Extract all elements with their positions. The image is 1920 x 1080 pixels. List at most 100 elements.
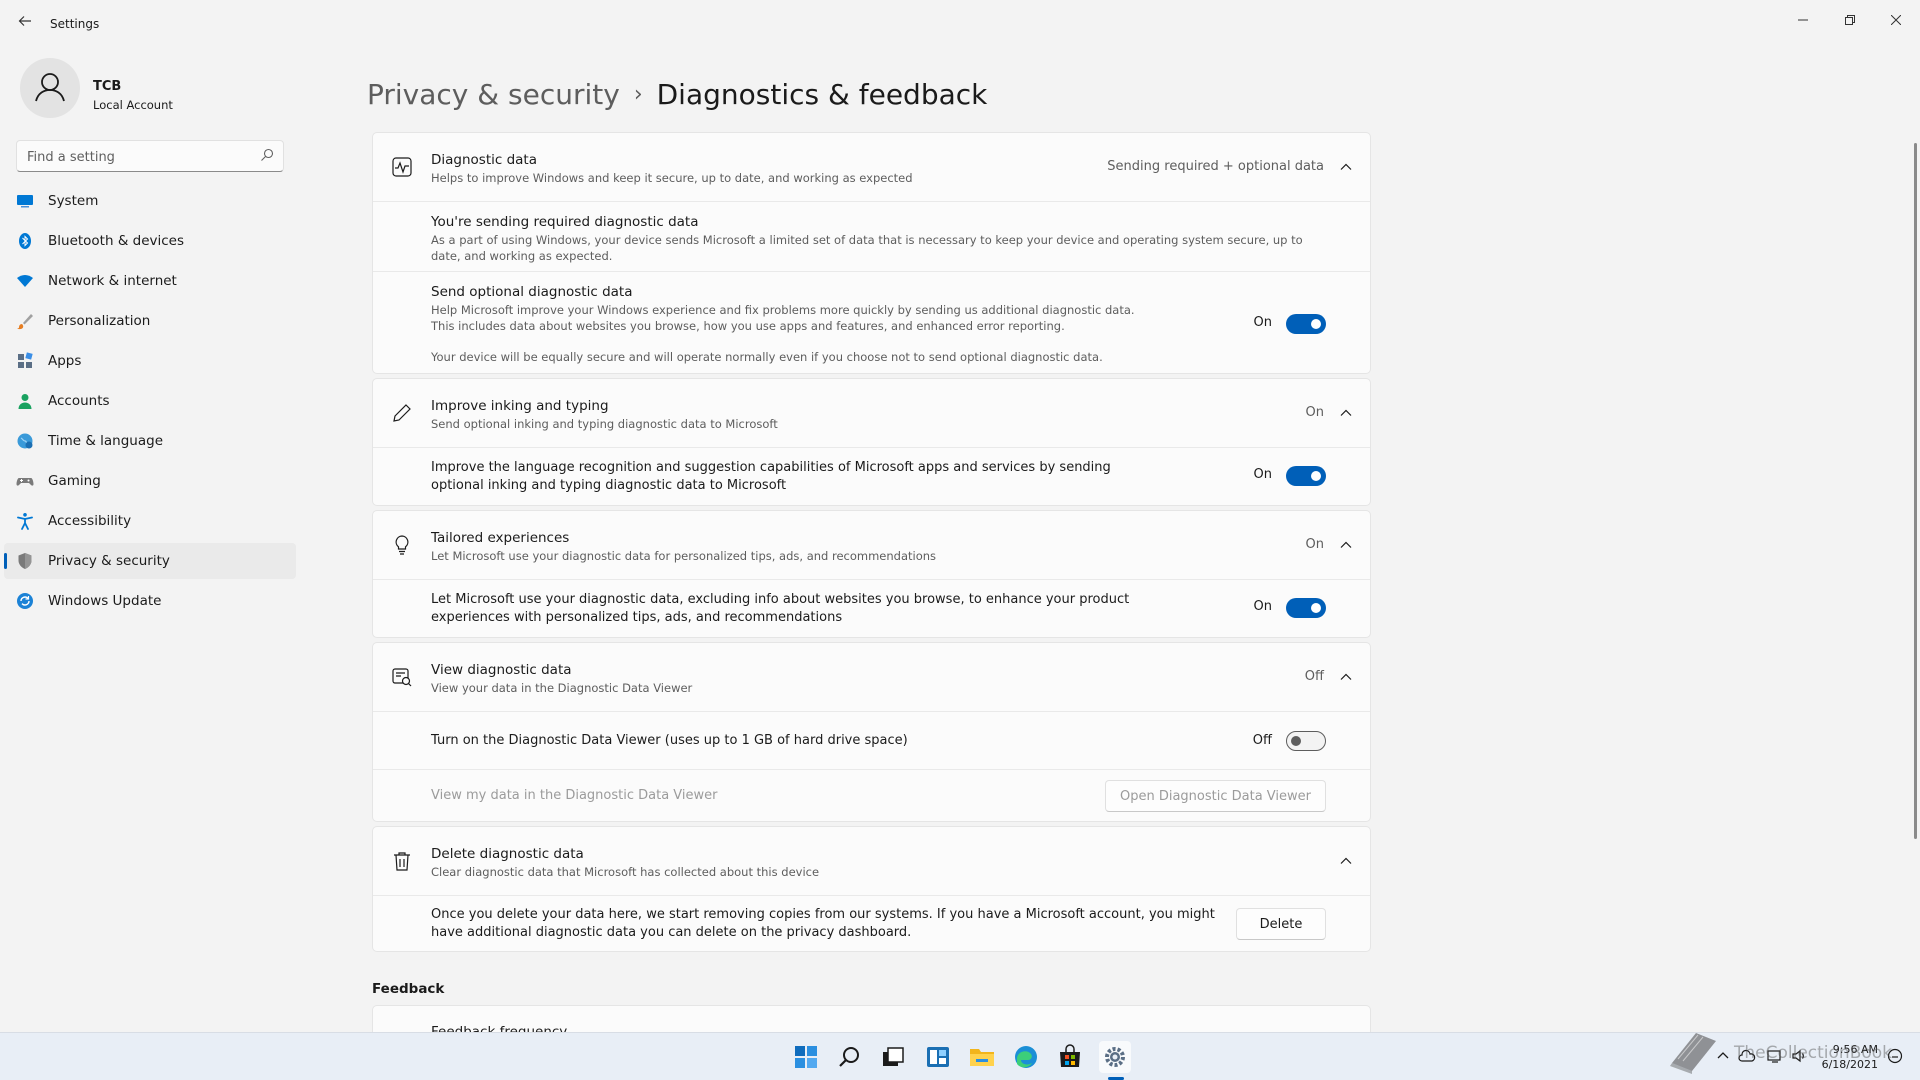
store-button[interactable]	[1054, 1041, 1086, 1073]
sidebar-item-system[interactable]: System	[4, 183, 296, 219]
sidebar-item-gaming[interactable]: Gaming	[4, 463, 296, 499]
search-input[interactable]	[27, 147, 247, 167]
feedback-frequency-card[interactable]: Feedback frequency	[372, 1005, 1371, 1035]
shield-icon	[18, 553, 32, 569]
diagnostic-data-header[interactable]: Diagnostic data Helps to improve Windows…	[373, 133, 1370, 201]
open-diagnostic-data-viewer-button[interactable]: Open Diagnostic Data Viewer	[1104, 780, 1326, 812]
sidebar-item-accessibility[interactable]: Accessibility	[4, 503, 296, 539]
task-view-icon	[883, 1047, 904, 1066]
tailored-experiences-card: Tailored experiences Let Microsoft use y…	[372, 510, 1371, 638]
restore-button[interactable]	[1827, 6, 1873, 36]
optional-data-toggle-label: On	[1253, 315, 1272, 330]
tailored-experiences-toggle[interactable]	[1286, 598, 1326, 618]
view-diagnostic-data-header[interactable]: View diagnostic data View your data in t…	[373, 643, 1370, 711]
close-button[interactable]	[1873, 6, 1919, 36]
sidebar-item-bluetooth-devices[interactable]: Bluetooth & devices	[4, 223, 296, 259]
delete-diagnostic-data-title: Delete diagnostic data	[431, 846, 584, 862]
widgets-icon	[927, 1047, 949, 1067]
sidebar-item-apps[interactable]: Apps	[4, 343, 296, 379]
data-viewer-icon	[392, 668, 412, 687]
sidebar-item-label: Accessibility	[48, 513, 132, 529]
delete-diagnostic-data-header[interactable]: Delete diagnostic data Clear diagnostic …	[373, 827, 1370, 895]
person-icon	[35, 73, 65, 102]
inking-typing-value: On	[1305, 405, 1324, 420]
tailored-experiences-value: On	[1305, 537, 1324, 552]
sidebar-item-label: Privacy & security	[48, 553, 170, 569]
sidebar-item-accounts[interactable]: Accounts	[4, 383, 296, 419]
breadcrumb-parent[interactable]: Privacy & security	[367, 78, 620, 111]
inking-toggle-label: On	[1253, 467, 1272, 482]
diagnostic-data-description: Helps to improve Windows and keep it sec…	[431, 171, 913, 185]
required-data-title: You're sending required diagnostic data	[431, 214, 699, 230]
sidebar-item-label: Bluetooth & devices	[48, 233, 185, 249]
task-view-button[interactable]	[877, 1041, 909, 1073]
open-viewer-row: View my data in the Diagnostic Data View…	[373, 769, 1370, 821]
accessibility-icon	[17, 513, 33, 530]
start-button[interactable]	[790, 1041, 822, 1073]
diagnostic-data-card: Diagnostic data Helps to improve Windows…	[372, 132, 1371, 374]
file-explorer-icon	[970, 1049, 994, 1066]
diagnostic-viewer-toggle-label: Off	[1252, 733, 1272, 748]
minimize-button[interactable]	[1780, 6, 1826, 36]
delete-button[interactable]: Delete	[1236, 908, 1326, 940]
diagnostic-data-title: Diagnostic data	[431, 152, 538, 168]
brush-icon	[17, 314, 33, 330]
required-data-description: As a part of using Windows, your device …	[431, 233, 1303, 263]
widgets-button[interactable]	[922, 1041, 954, 1073]
sidebar-item-label: Time & language	[48, 433, 164, 449]
apps-icon	[18, 352, 33, 368]
delete-diagnostic-data-description: Clear diagnostic data that Microsoft has…	[431, 865, 820, 879]
store-icon	[1060, 1044, 1080, 1067]
gamepad-icon	[16, 478, 34, 486]
sidebar: TCB Local Account System Bluetooth & dev…	[0, 48, 300, 1032]
sidebar-nav: System Bluetooth & devices Network & int…	[4, 183, 296, 623]
trash-icon	[394, 852, 410, 871]
scrollbar[interactable]	[1914, 143, 1917, 839]
taskbar-search-button[interactable]	[834, 1041, 866, 1073]
settings-taskbar-button[interactable]	[1099, 1041, 1131, 1073]
user-profile[interactable]: TCB Local Account	[20, 58, 280, 122]
sidebar-item-label: Gaming	[48, 473, 101, 489]
chevron-up-icon	[1340, 857, 1352, 864]
chevron-up-icon	[1340, 409, 1352, 416]
sidebar-item-windows-update[interactable]: Windows Update	[4, 583, 296, 619]
sidebar-item-label: Accounts	[48, 393, 110, 409]
back-arrow-icon	[18, 16, 31, 26]
optional-data-title: Send optional diagnostic data	[431, 284, 633, 300]
tailored-experiences-header[interactable]: Tailored experiences Let Microsoft use y…	[373, 511, 1370, 579]
person-icon	[18, 394, 32, 409]
sidebar-item-privacy-security[interactable]: Privacy & security	[4, 543, 296, 579]
inking-typing-title: Improve inking and typing	[431, 398, 609, 414]
avatar	[20, 58, 80, 118]
sidebar-item-label: Apps	[48, 353, 82, 369]
search-box[interactable]	[16, 140, 284, 172]
update-icon	[17, 593, 33, 609]
sidebar-item-time-language[interactable]: Time & language	[4, 423, 296, 459]
chevron-up-icon	[1340, 163, 1352, 170]
open-viewer-text: View my data in the Diagnostic Data View…	[431, 788, 718, 803]
inking-typing-toggle[interactable]	[1286, 466, 1326, 486]
inking-typing-header[interactable]: Improve inking and typing Send optional …	[373, 379, 1370, 447]
sidebar-item-personalization[interactable]: Personalization	[4, 303, 296, 339]
start-icon	[795, 1046, 817, 1068]
book-watermark-icon	[1670, 1033, 1716, 1074]
optional-data-toggle[interactable]	[1286, 314, 1326, 334]
tailored-experiences-detail: Let Microsoft use your diagnostic data, …	[431, 592, 1130, 625]
chevron-up-icon	[1340, 673, 1352, 680]
file-explorer-button[interactable]	[966, 1041, 998, 1073]
title-bar: Settings	[0, 0, 1920, 48]
search-icon	[261, 148, 274, 161]
diagnostic-data-value: Sending required + optional data	[1107, 159, 1324, 174]
edge-button[interactable]	[1010, 1041, 1042, 1073]
delete-diagnostic-data-card: Delete diagnostic data Clear diagnostic …	[372, 826, 1371, 952]
globe-clock-icon	[17, 433, 33, 449]
sidebar-item-label: Windows Update	[48, 593, 162, 609]
optional-data-description: Help Microsoft improve your Windows expe…	[431, 303, 1135, 333]
view-diagnostic-data-description: View your data in the Diagnostic Data Vi…	[431, 681, 693, 695]
view-diagnostic-data-title: View diagnostic data	[431, 662, 572, 678]
sidebar-item-network-internet[interactable]: Network & internet	[4, 263, 296, 299]
diagnostic-viewer-toggle[interactable]	[1286, 731, 1326, 751]
app-title: Settings	[50, 17, 100, 31]
back-button[interactable]	[14, 12, 36, 34]
required-data-row: You're sending required diagnostic data …	[373, 201, 1370, 271]
